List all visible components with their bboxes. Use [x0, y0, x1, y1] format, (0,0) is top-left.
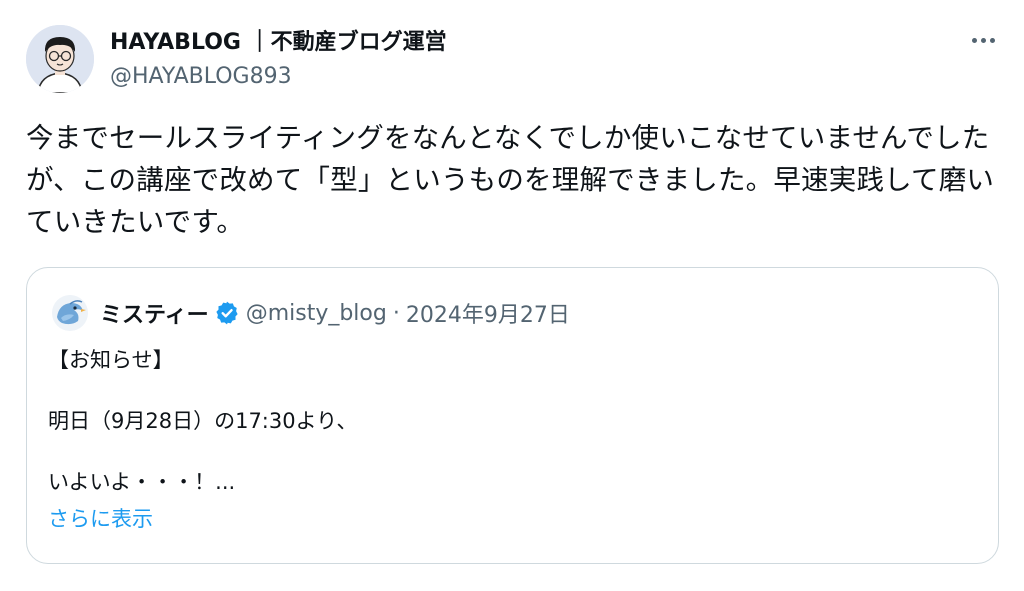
quoted-display-name[interactable]: ミスティー [100, 297, 209, 329]
quoted-avatar[interactable] [52, 295, 88, 331]
author-handle[interactable]: @HAYABLOG893 [110, 62, 447, 92]
show-more-link[interactable]: さらに表示 [48, 501, 968, 538]
more-icon[interactable] [972, 34, 998, 46]
quoted-tweet-card[interactable]: ミスティー @misty_blog · 2024年9月27日 【お知らせ】 明日… [26, 267, 999, 564]
tweet-text: 今までセールスライティングをなんとなくでしか使いこなせていませんでしたが、この講… [26, 122, 995, 238]
avatar[interactable] [26, 25, 94, 93]
verified-icon [216, 301, 238, 325]
quoted-text-line: いよいよ・・・！... [48, 470, 236, 494]
avatar-illustration [26, 25, 94, 93]
quoted-handle[interactable]: @misty_blog [246, 301, 387, 326]
bird-avatar-illustration [52, 295, 88, 331]
quoted-tweet-body: 【お知らせ】 明日（9月28日）の17:30より、 いよいよ・・・！... さら… [48, 342, 968, 538]
quoted-text-line: 明日（9月28日）の17:30より、 [48, 409, 358, 433]
author-display-name[interactable]: HAYABLOG ｜不動産ブログ運営 [110, 28, 447, 58]
quoted-tweet-header: ミスティー @misty_blog · 2024年9月27日 [52, 295, 570, 331]
quoted-date[interactable]: 2024年9月27日 [406, 297, 570, 329]
quoted-separator: · [392, 300, 400, 326]
author-block: HAYABLOG ｜不動産ブログ運営 @HAYABLOG893 [110, 28, 447, 92]
quoted-text-line: 【お知らせ】 [48, 348, 174, 372]
